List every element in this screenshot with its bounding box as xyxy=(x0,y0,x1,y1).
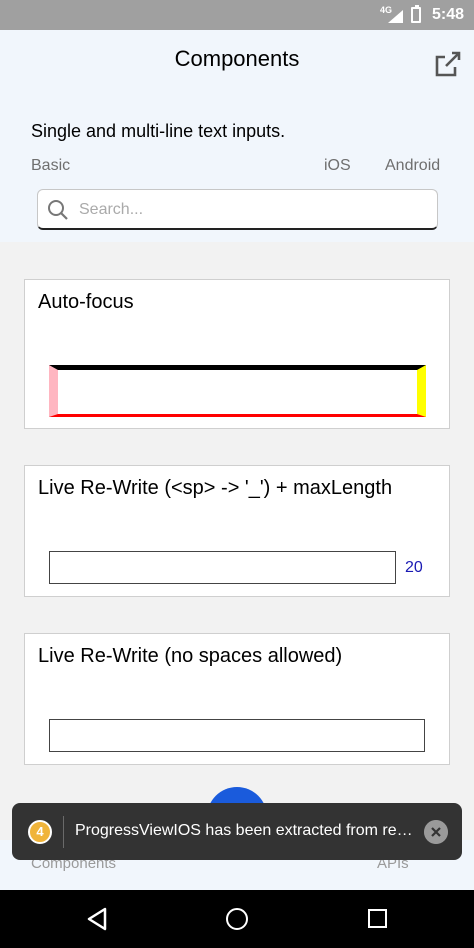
no-spaces-input[interactable] xyxy=(49,719,425,752)
live-rewrite-input[interactable] xyxy=(49,551,396,584)
toast-divider xyxy=(63,816,64,848)
search-placeholder: Search... xyxy=(79,201,144,218)
page-title: Components xyxy=(174,46,300,71)
nav-recent-icon[interactable] xyxy=(368,909,387,928)
battery-icon xyxy=(411,5,421,23)
close-icon[interactable] xyxy=(424,820,448,844)
status-time: 5:48 xyxy=(432,6,465,23)
auto-focus-input[interactable] xyxy=(49,365,426,417)
status-bar: 4G 5:48 xyxy=(0,0,474,30)
tab-ios[interactable]: iOS xyxy=(324,157,351,175)
search-icon xyxy=(48,200,68,220)
warning-count-badge: 4 xyxy=(28,820,52,844)
card-title: Live Re-Write (<sp> -> '_') + maxLength xyxy=(38,477,393,499)
remaining-length-counter: 20 xyxy=(405,559,423,576)
card-title: Live Re-Write (no spaces allowed) xyxy=(38,645,343,667)
toast-message: ProgressViewIOS has been extracted from … xyxy=(75,822,419,839)
signal-icon xyxy=(388,10,403,23)
external-link-icon[interactable] xyxy=(434,50,462,78)
tab-basic[interactable]: Basic xyxy=(31,157,70,175)
card-title: Auto-focus xyxy=(38,291,134,313)
nav-home-icon[interactable] xyxy=(226,908,248,930)
tab-android[interactable]: Android xyxy=(385,157,440,175)
page-description: Single and multi-line text inputs. xyxy=(31,121,286,141)
nav-back-icon[interactable] xyxy=(84,906,110,932)
